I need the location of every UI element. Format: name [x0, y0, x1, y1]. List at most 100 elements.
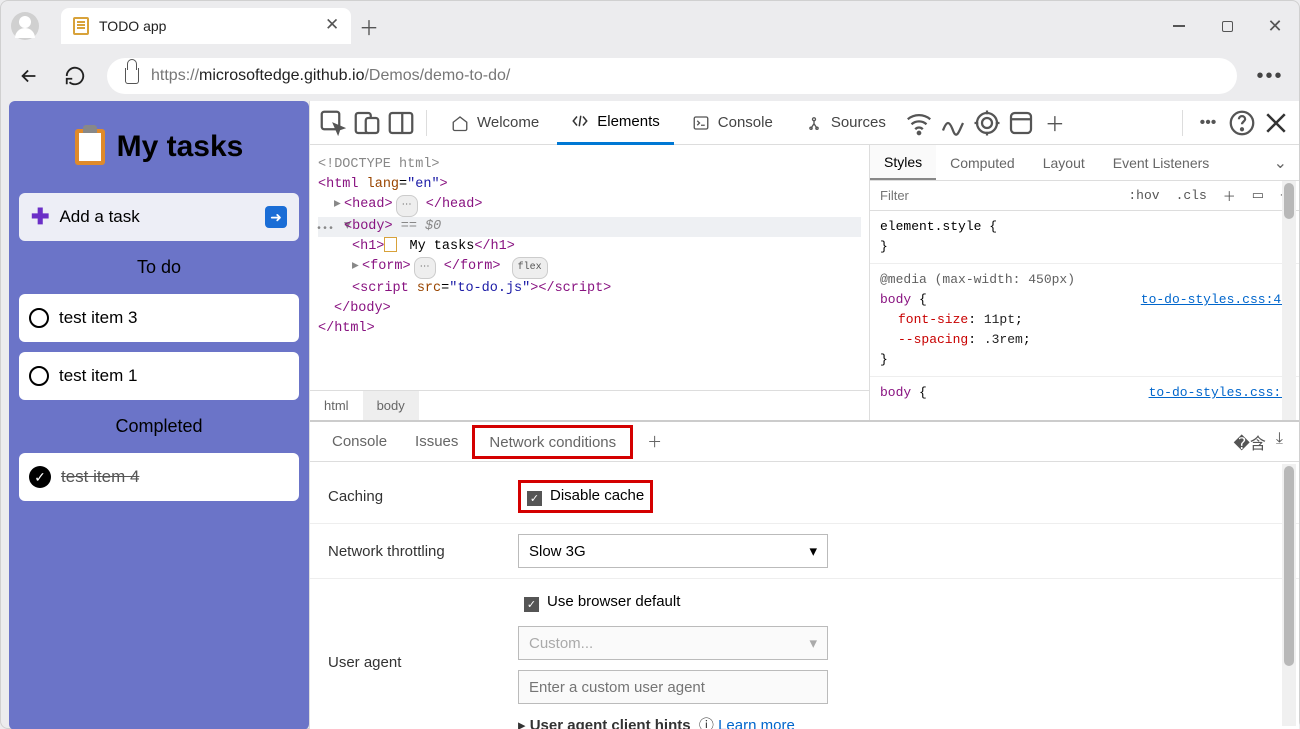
css-rule-media[interactable]: @media (max-width: 450px) body { to-do-s… — [870, 264, 1299, 377]
ua-custom-input[interactable] — [518, 670, 828, 704]
unchecked-icon[interactable] — [29, 308, 49, 328]
plus-icon: ✚ — [31, 204, 49, 230]
new-rule-button[interactable]: ＋ — [1215, 186, 1244, 205]
devtools-close-button[interactable] — [1261, 108, 1291, 138]
profile-avatar[interactable] — [11, 12, 39, 40]
dock-drawer-icon[interactable]: �含 — [1234, 430, 1266, 454]
url-text: https://microsoftedge.github.io/Demos/de… — [151, 67, 510, 85]
task-item[interactable]: test item 1 — [19, 352, 299, 400]
unchecked-icon[interactable] — [29, 366, 49, 386]
chevron-down-icon[interactable]: ⌄ — [1262, 153, 1299, 173]
window-minimize[interactable] — [1155, 6, 1203, 46]
crumb-body[interactable]: body — [363, 391, 419, 420]
inspect-icon[interactable] — [318, 108, 348, 138]
devtools-drawer: Console Issues Network conditions ＋ �含 ⤓… — [310, 420, 1299, 729]
network-icon[interactable] — [904, 108, 934, 138]
styles-tab-layout[interactable]: Layout — [1029, 145, 1099, 180]
css-rule-elementstyle[interactable]: element.style { } — [870, 211, 1299, 264]
new-tab-button[interactable]: ＋ — [351, 8, 387, 44]
task-item[interactable]: test item 3 — [19, 294, 299, 342]
completed-section-label: Completed — [19, 410, 299, 443]
help-icon[interactable] — [1227, 108, 1257, 138]
app-pane: My tasks ✚ Add a task ➜ To do test item … — [9, 101, 309, 729]
url-prefix: https:// — [151, 67, 199, 84]
tab-favicon — [73, 17, 89, 35]
ua-custom-placeholder: Custom... — [529, 635, 593, 652]
tab-sources[interactable]: Sources — [791, 101, 900, 145]
css-source-link[interactable]: to-do-styles.css:40 — [1141, 290, 1289, 310]
app-title: My tasks — [117, 130, 244, 164]
ua-default-label: Use browser default — [547, 593, 680, 610]
window-controls: ✕ — [1155, 6, 1299, 46]
ua-hints-row[interactable]: ▸ User agent client hints ⓘ Learn more — [518, 714, 795, 729]
cls-toggle[interactable]: .cls — [1168, 188, 1215, 203]
styles-tab-computed[interactable]: Computed — [936, 145, 1029, 180]
browser-more-button[interactable]: ••• — [1255, 65, 1285, 88]
collapse-drawer-icon[interactable]: ⤓ — [1276, 430, 1283, 454]
flex-icon[interactable]: ▭ — [1244, 188, 1272, 203]
nav-back-button[interactable] — [15, 65, 43, 87]
add-task-button[interactable]: ✚ Add a task ➜ — [19, 193, 299, 241]
css-source-link[interactable]: to-do-styles.css:1 — [1149, 383, 1289, 403]
hov-toggle[interactable]: :hov — [1120, 188, 1167, 203]
window-maximize[interactable] — [1203, 6, 1251, 46]
styles-tab-listeners[interactable]: Event Listeners — [1099, 145, 1224, 180]
tab-sources-label: Sources — [831, 114, 886, 131]
tab-elements-label: Elements — [597, 113, 660, 130]
chevron-down-icon: ▾ — [809, 542, 817, 560]
tab-elements[interactable]: Elements — [557, 101, 674, 145]
submit-icon[interactable]: ➜ — [265, 206, 287, 228]
application-icon[interactable] — [1006, 108, 1036, 138]
ua-default-checkbox[interactable]: ✓Use browser default — [518, 589, 686, 616]
styles-filter-input[interactable] — [870, 188, 1120, 203]
dom-tree[interactable]: <!DOCTYPE html> <html lang="en"> ▸<head>… — [310, 145, 869, 390]
more-tabs-button[interactable]: ＋ — [1040, 108, 1070, 138]
devtools-more-button[interactable]: ••• — [1193, 108, 1223, 138]
styles-panel: Styles Computed Layout Event Listeners ⌄… — [869, 145, 1299, 420]
tab-console-label: Console — [718, 114, 773, 131]
dock-icon[interactable] — [386, 108, 416, 138]
dom-panel: <!DOCTYPE html> <html lang="en"> ▸<head>… — [310, 145, 869, 420]
drawer-tab-console[interactable]: Console — [318, 425, 401, 459]
drawer-tab-issues[interactable]: Issues — [401, 425, 472, 459]
learn-more-link[interactable]: Learn more — [718, 717, 795, 729]
clipboard-icon — [75, 129, 105, 165]
styles-tab-styles[interactable]: Styles — [870, 145, 936, 180]
tab-welcome-label: Welcome — [477, 114, 539, 131]
device-icon[interactable] — [352, 108, 382, 138]
tab-title: TODO app — [99, 18, 315, 34]
url-path: /Demos/demo-to-do/ — [364, 67, 510, 84]
throttling-value: Slow 3G — [529, 543, 586, 560]
drawer-tab-network-conditions[interactable]: Network conditions — [472, 425, 633, 459]
window-close[interactable]: ✕ — [1251, 6, 1299, 46]
lock-icon — [125, 68, 139, 84]
checked-icon[interactable]: ✓ — [29, 466, 51, 488]
caching-label: Caching — [328, 488, 488, 505]
task-label: test item 1 — [59, 366, 137, 386]
browser-tab[interactable]: TODO app ✕ — [61, 8, 351, 44]
nav-refresh-button[interactable] — [61, 65, 89, 87]
memory-icon[interactable] — [972, 108, 1002, 138]
scrollbar[interactable] — [1282, 464, 1296, 726]
crumb-html[interactable]: html — [310, 391, 363, 420]
devtools: Welcome Elements Console Sources ＋ ••• — [309, 101, 1299, 729]
tab-close-button[interactable]: ✕ — [325, 19, 339, 33]
disable-cache-label: Disable cache — [550, 487, 644, 504]
throttling-label: Network throttling — [328, 543, 488, 560]
devtools-toolbar: Welcome Elements Console Sources ＋ ••• — [310, 101, 1299, 145]
scrollbar[interactable] — [1282, 181, 1296, 420]
address-bar[interactable]: https://microsoftedge.github.io/Demos/de… — [107, 58, 1237, 94]
user-agent-label: User agent — [328, 654, 488, 671]
performance-icon[interactable] — [938, 108, 968, 138]
dom-doctype: <!DOCTYPE html> — [318, 157, 440, 172]
throttling-select[interactable]: Slow 3G ▾ — [518, 534, 828, 568]
dom-selected-node[interactable]: ▾<body> == $0 — [318, 217, 861, 237]
tab-console[interactable]: Console — [678, 101, 787, 145]
css-rule-body[interactable]: body { to-do-styles.css:1 — [870, 377, 1299, 409]
favicon-inline-icon — [384, 237, 397, 252]
tab-welcome[interactable]: Welcome — [437, 101, 553, 145]
disable-cache-checkbox[interactable]: ✓Disable cache — [518, 480, 653, 513]
drawer-more-tabs-button[interactable]: ＋ — [633, 425, 676, 459]
task-label: test item 4 — [61, 467, 139, 487]
task-item-completed[interactable]: ✓ test item 4 — [19, 453, 299, 501]
